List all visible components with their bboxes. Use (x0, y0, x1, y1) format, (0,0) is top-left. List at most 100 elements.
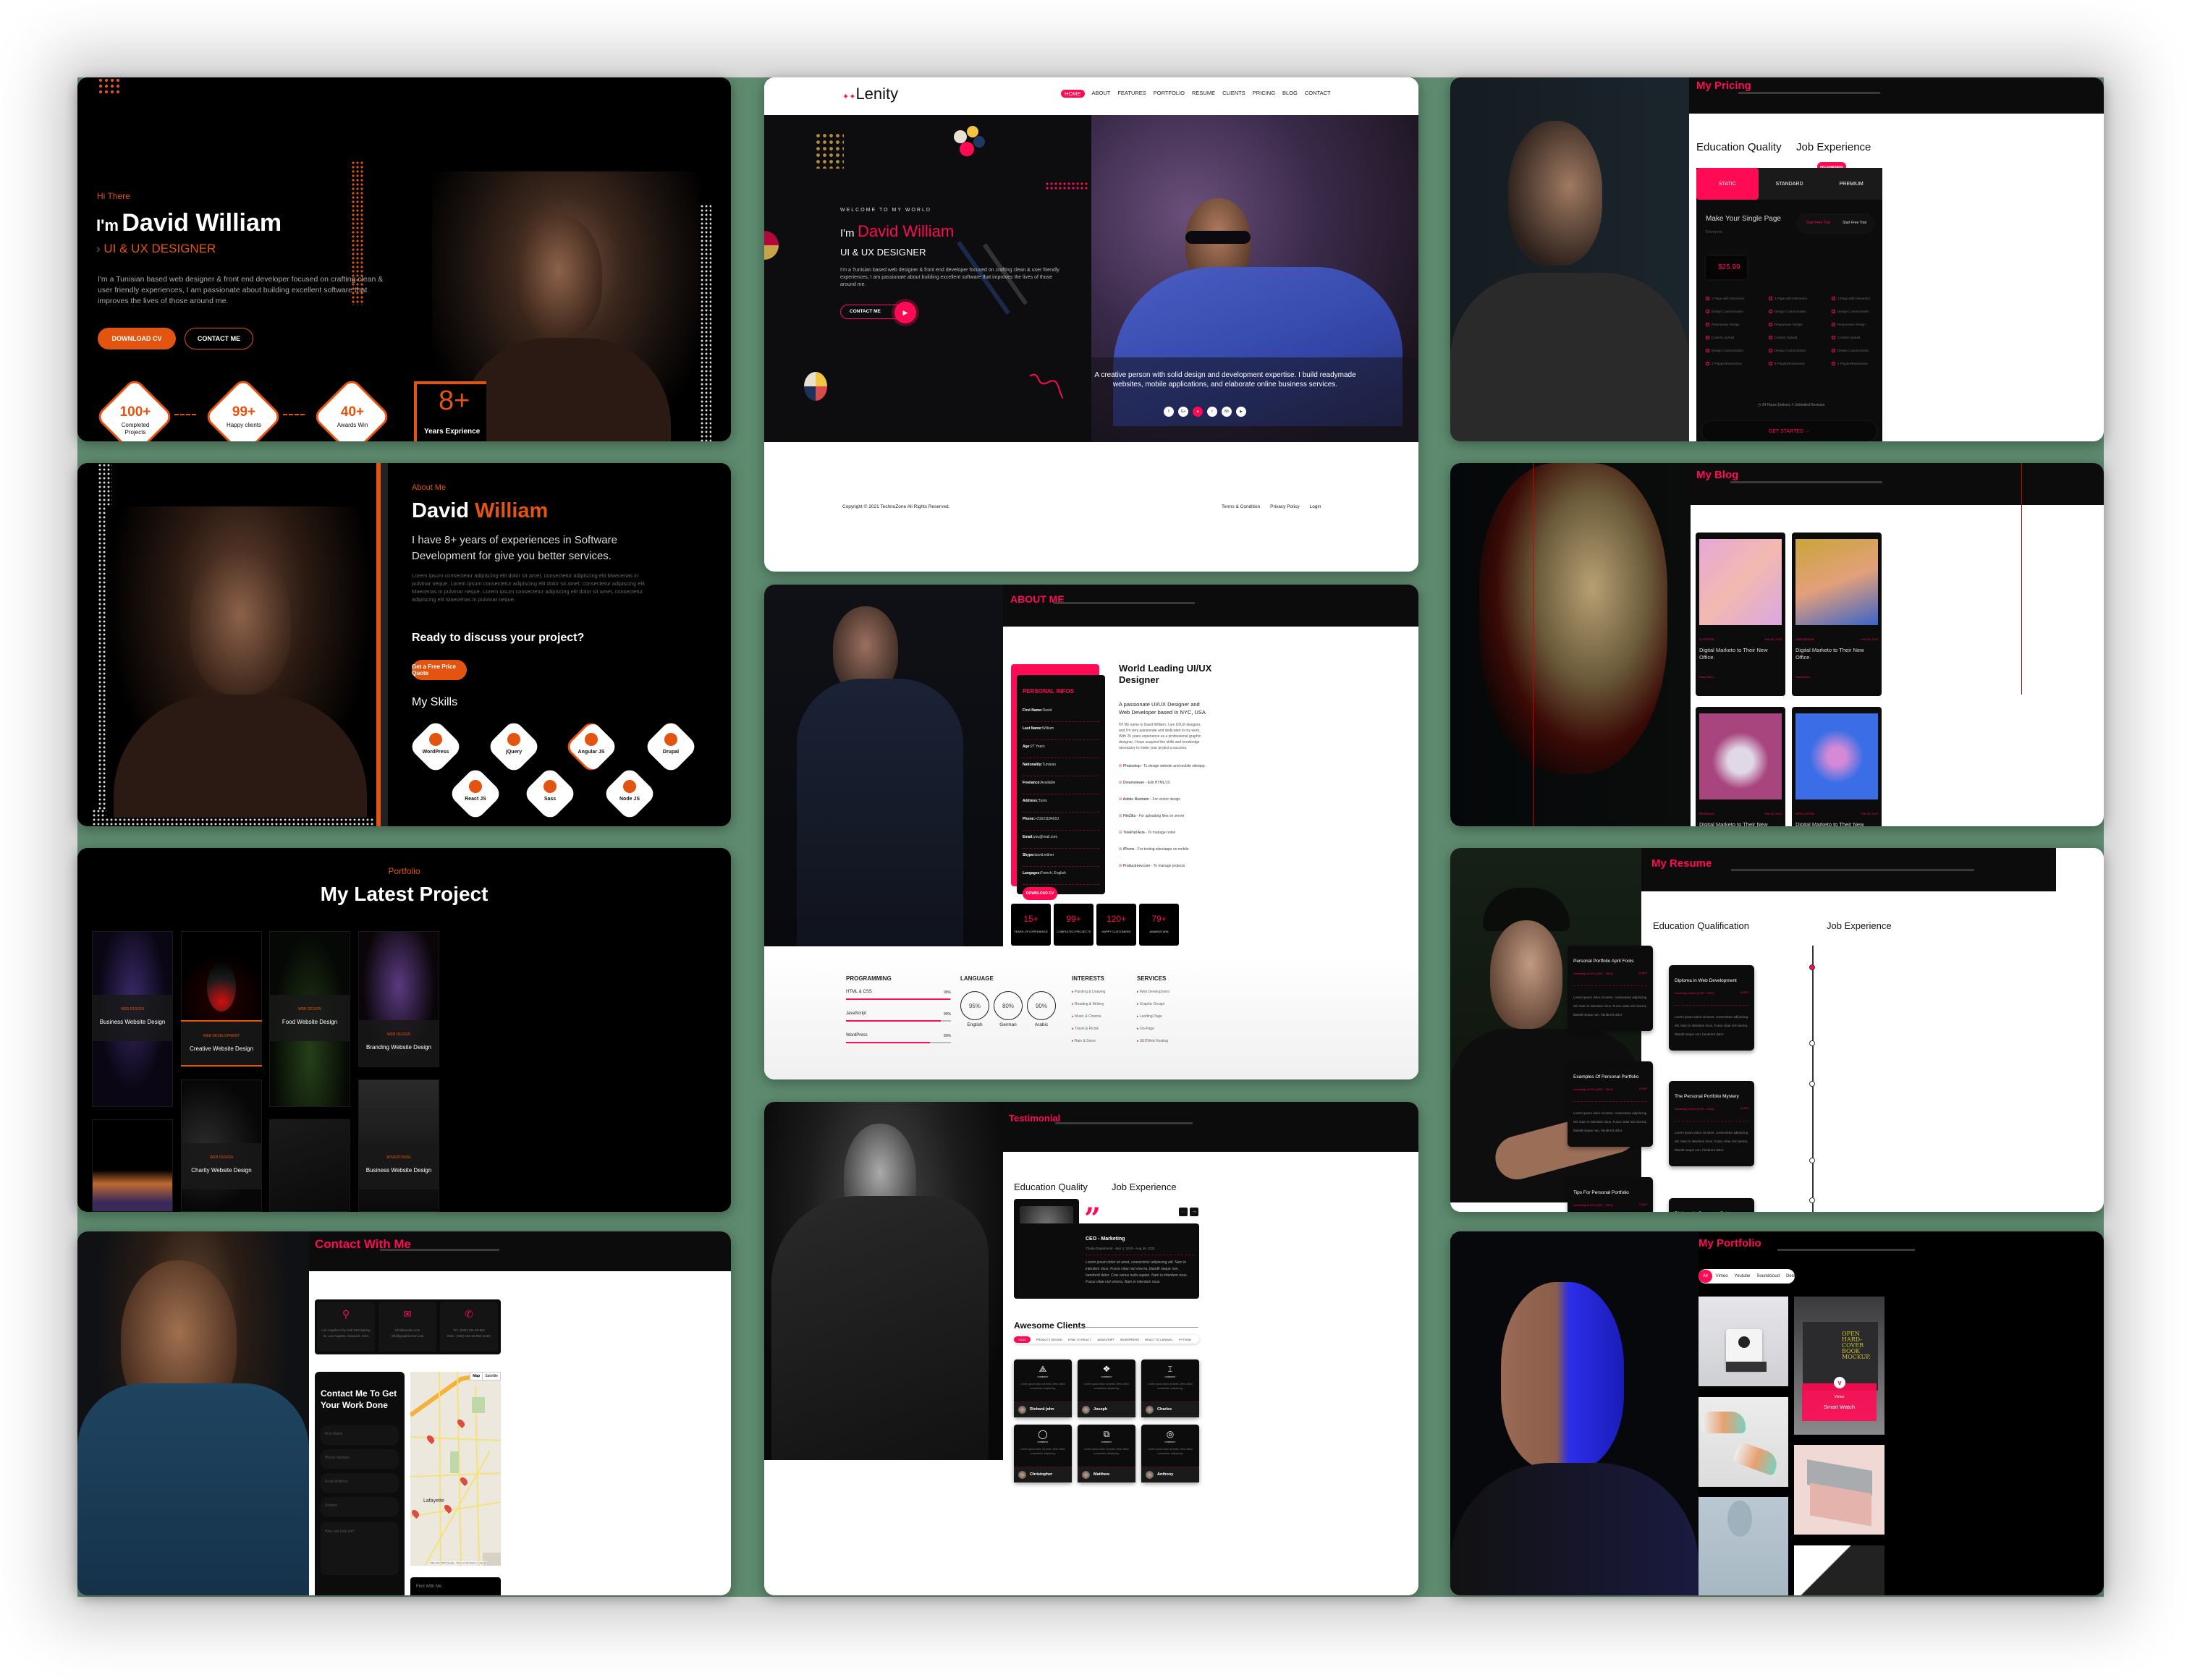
trial-toggle[interactable]: Start Free Trial Start Free Trial (1798, 215, 1873, 232)
client-card[interactable]: ◎ COMPANY Lorem ipsum dolor sit amet, ctet… (1141, 1425, 1199, 1482)
blog-card[interactable]: UI DESIGN Feb 28, 2023 Digital Marketo to … (1696, 533, 1785, 696)
portfolio-filter-soundcloud[interactable]: Soundcloud (1756, 1274, 1780, 1278)
skill-diamond[interactable] (601, 765, 658, 822)
project-caption[interactable]: WEB DESIGN Business Website Design (92, 995, 173, 1041)
project-tile-image[interactable] (92, 1119, 173, 1212)
client-card[interactable]: ⟁ COMPANY Lorem ipsum dolor sit amet, ctet… (1014, 1359, 1072, 1417)
skill-diamond[interactable] (407, 718, 464, 775)
nav-item-home[interactable]: HOME (1061, 90, 1085, 98)
nav-item-portfolio[interactable]: PORTFOLIO (1154, 90, 1185, 98)
nav-item-contact[interactable]: CONTACT (1305, 90, 1331, 98)
plan-tab-standard[interactable]: STANDARD (1759, 168, 1821, 200)
main-nav: HOME ABOUT FEATURES PORTFOLIO RESUME CLIENTS P… (1061, 90, 1331, 98)
portfolio-item-shoebox[interactable] (1794, 1445, 1884, 1535)
client-card[interactable]: ❖ COMPANY Lorem ipsum dolor sit amet, ctet… (1078, 1359, 1135, 1417)
portfolio-filter-vimeo[interactable]: Vimeo (1716, 1274, 1728, 1278)
client-card[interactable]: ⧉ COMPANY Lorem ipsum dolor sit amet, ctet… (1078, 1425, 1135, 1482)
client-filter-tab[interactable]: HTML TO REACT (1068, 1338, 1091, 1341)
portfolio-item-shapes[interactable] (1699, 1497, 1788, 1595)
portfolio-item-camera[interactable] (1699, 1297, 1788, 1386)
prev-arrow-button[interactable]: ← (1179, 1208, 1188, 1216)
footer-link[interactable]: Login (1310, 504, 1321, 509)
youtube-icon[interactable]: ▶ (1236, 407, 1246, 417)
skill-diamond[interactable] (522, 765, 578, 822)
portfolio-filter-detail[interactable]: Detail (1786, 1274, 1797, 1278)
read-more-link[interactable]: Read More... (1795, 675, 1812, 679)
twitter-icon[interactable]: t (1207, 407, 1217, 417)
lenity-logo[interactable]: ✦✦Lenity (842, 85, 898, 103)
project-caption[interactable]: WEB DESIGN Food Website Design (269, 995, 350, 1041)
get-started-button[interactable]: GET STARTED → (1702, 421, 1877, 441)
tab-job-experience[interactable]: Job Experience (1796, 141, 1871, 153)
blog-title: Digital Marketo to Their New Office. (1699, 821, 1768, 826)
client-filter-tab[interactable]: PRODUCT DESIGN (1036, 1338, 1062, 1341)
phone-input[interactable]: Phone Number (321, 1449, 399, 1467)
tab-education-quality[interactable]: Education Quality (1696, 141, 1782, 153)
contact-me-button[interactable]: CONTACT ME ▶ (840, 302, 916, 323)
skill-diamond[interactable] (643, 718, 699, 775)
checkbox-icon (1706, 362, 1709, 366)
portfolio-filter-all[interactable]: All (1699, 1270, 1712, 1283)
skill-diamond[interactable] (486, 718, 542, 775)
portfolio-filter-youtube[interactable]: Youtube (1735, 1274, 1751, 1278)
contact-me-button[interactable]: CONTACT ME (185, 328, 253, 349)
skill-diamond[interactable] (563, 718, 619, 775)
behance-icon[interactable]: Bē (1222, 407, 1232, 417)
read-more-link[interactable]: Read More... (1699, 675, 1716, 679)
trial-option-b[interactable]: Start Free Trial (1843, 221, 1866, 225)
trial-option-a[interactable]: Start Free Trial (1806, 221, 1830, 225)
client-filter-tab[interactable]: REACT TO LARAVEL (1145, 1338, 1173, 1341)
google-plus-icon[interactable]: G+ (1178, 407, 1188, 417)
first-name-input[interactable]: First Name (321, 1425, 399, 1443)
nav-item-pricing[interactable]: PRICING (1253, 90, 1275, 98)
nav-item-features[interactable]: FEATURES (1117, 90, 1146, 98)
price-value: $25.99 (1718, 263, 1740, 271)
blog-card[interactable]: APPLICATION Feb 28, 2023 Digital Marketo t… (1792, 707, 1882, 826)
download-cv-button[interactable]: DOWNLOAD CV (1023, 887, 1057, 900)
portfolio-item-desk[interactable] (1794, 1545, 1884, 1595)
client-filter-tab[interactable]: UI/UX (1014, 1336, 1031, 1343)
project-tile-image[interactable] (269, 1119, 350, 1212)
portfolio-item-sneakers[interactable] (1699, 1397, 1788, 1487)
plan-tab-premium[interactable]: PREMIUM (1820, 168, 1882, 200)
client-filter-tab[interactable]: PYTHON (1179, 1338, 1191, 1341)
footer-link[interactable]: Terms & Condition (1222, 504, 1260, 509)
email-input[interactable]: Email Address (321, 1473, 399, 1491)
nav-item-resume[interactable]: RESUME (1192, 90, 1215, 98)
hover-overlay[interactable]: v Vimeo Smart Watch (1802, 1377, 1877, 1421)
portrait-face (190, 550, 291, 695)
plan-tab-static[interactable]: STATIC (1696, 168, 1759, 200)
project-caption[interactable]: ADVERTISING Business Website Design (358, 1143, 439, 1189)
resume-score: 4.30/5 (1740, 1106, 1748, 1110)
client-filter-tab[interactable]: WORDPRESS (1120, 1338, 1139, 1341)
client-card[interactable]: ◯ COMPANY Lorem ipsum dolor sit amet, ctet… (1014, 1425, 1072, 1482)
project-caption[interactable]: WEB DESIGN Branding Website Design (358, 1020, 439, 1066)
skill-fill (846, 1020, 941, 1022)
resume-score: 4.30/5 (1638, 1202, 1647, 1206)
skill-diamond[interactable] (447, 765, 504, 822)
blog-card[interactable]: BRANDING Feb 28, 2023 Digital Marketo to T… (1696, 707, 1785, 826)
subject-input[interactable]: Subject (321, 1497, 399, 1515)
nav-item-clients[interactable]: CLIENTS (1222, 90, 1245, 98)
client-filter-tab[interactable]: JAVASCRIPT (1097, 1338, 1114, 1341)
next-arrow-button[interactable]: → (1190, 1208, 1198, 1216)
nav-item-blog[interactable]: BLOG (1282, 90, 1298, 98)
footer-link[interactable]: Privacy Policy (1270, 504, 1299, 509)
download-cv-button[interactable]: DOWNLOAD CV (98, 328, 176, 349)
project-caption[interactable]: WEB DEVELOPMENT Creative Website Design (181, 1020, 262, 1066)
nav-item-about[interactable]: ABOUT (1092, 90, 1111, 98)
portfolio-item-book[interactable]: OPEN HARD- COVER BOOK MOCKUP. v Vimeo Smart … (1794, 1297, 1884, 1435)
tab-job-experience[interactable]: Job Experience (1112, 1181, 1177, 1192)
map-tab[interactable]: Map (470, 1373, 482, 1380)
client-card[interactable]: ⌶ COMPANY Lorem ipsum dolor sit amet, ctet… (1141, 1359, 1199, 1417)
message-textarea[interactable]: How can help me? (321, 1522, 399, 1575)
tab-education-quality[interactable]: Education Quality (1014, 1181, 1088, 1192)
project-caption[interactable]: WEB DESIGN Charity Website Design (181, 1143, 262, 1189)
satellite-tab[interactable]: Satellite (482, 1373, 500, 1380)
facebook-icon[interactable]: f (1164, 407, 1174, 417)
blog-card[interactable]: WEB DESIGN Feb 28, 2023 Digital Marketo to… (1792, 533, 1882, 696)
stat-box: 99+ COMPLETED PROJECTS (1054, 904, 1094, 946)
map-widget[interactable]: Map Satellite Lafayette Map data ©2013 G… (410, 1372, 501, 1566)
dribbble-icon[interactable]: ● (1193, 407, 1203, 417)
free-quote-button[interactable]: Get a Free Price Quote (412, 660, 467, 680)
